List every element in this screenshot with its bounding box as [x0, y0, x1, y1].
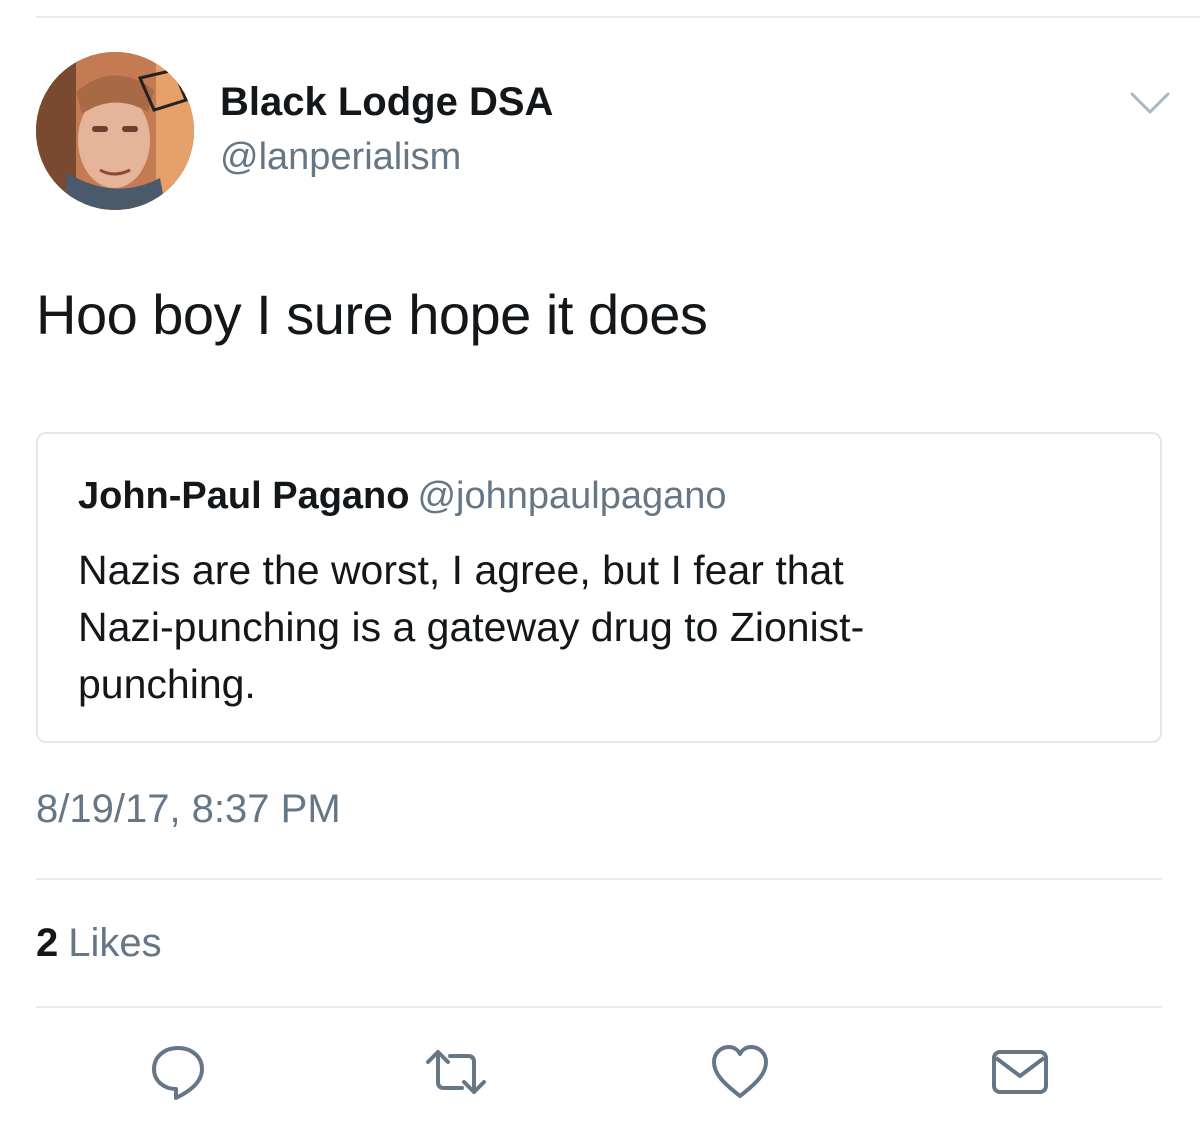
- quoted-tweet-line: Nazis are the worst, I agree, but I fear…: [78, 547, 844, 593]
- author-display-name[interactable]: Black Lodge DSA: [220, 76, 553, 128]
- quoted-tweet-line: punching.: [78, 661, 256, 707]
- top-divider: [36, 16, 1200, 18]
- divider: [36, 1006, 1162, 1008]
- author-handle[interactable]: @lanperialism: [220, 132, 461, 182]
- quoted-tweet-line: Nazi-punching is a gateway drug to Zioni…: [78, 604, 865, 650]
- tweet-timestamp: 8/19/17, 8:37 PM: [36, 787, 341, 831]
- chevron-down-icon[interactable]: [1128, 88, 1172, 118]
- divider: [36, 878, 1162, 880]
- likes-count: 2: [36, 921, 59, 965]
- avatar-photo: [36, 52, 194, 210]
- reply-button[interactable]: [146, 1040, 210, 1104]
- quoted-tweet-header: John-Paul Pagano @johnpaulpagano: [78, 472, 727, 520]
- quoted-author-display-name: John-Paul Pagano: [78, 475, 410, 517]
- tweet-text: Hoo boy I sure hope it does: [36, 283, 708, 346]
- retweet-icon: [426, 1050, 486, 1094]
- reply-icon: [152, 1046, 204, 1100]
- heart-icon: [712, 1045, 768, 1098]
- quoted-author-handle: @johnpaulpagano: [417, 475, 727, 517]
- direct-message-button[interactable]: [988, 1040, 1052, 1104]
- avatar[interactable]: [36, 52, 194, 210]
- quoted-tweet-text: Nazis are the worst, I agree, but I fear…: [78, 542, 1118, 713]
- envelope-icon: [992, 1050, 1048, 1094]
- quoted-tweet-card[interactable]: John-Paul Pagano @johnpaulpagano Nazis ar…: [36, 432, 1162, 743]
- retweet-button[interactable]: [424, 1040, 488, 1104]
- like-button[interactable]: [708, 1040, 772, 1104]
- likes-label: Likes: [68, 921, 162, 965]
- likes-count-link[interactable]: 2 Likes: [36, 918, 162, 968]
